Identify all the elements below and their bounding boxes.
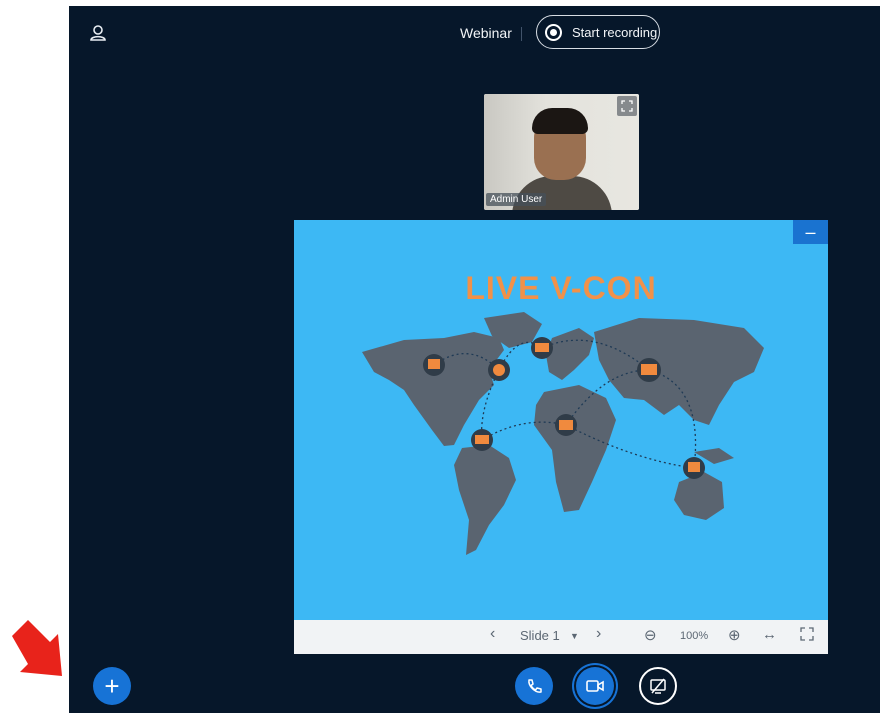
zoom-in-icon[interactable]: ⊕	[728, 626, 741, 644]
start-recording-label: Start recording	[572, 24, 658, 40]
zoom-out-icon[interactable]: ⊖	[644, 626, 657, 644]
record-icon	[545, 23, 562, 41]
phone-icon	[528, 679, 542, 693]
screen-share-off-icon	[650, 678, 666, 694]
next-slide-icon[interactable]: ›	[596, 625, 601, 643]
slide-selector[interactable]: Slide 1	[520, 628, 560, 643]
presentation-slide[interactable]: – LIVE V-CON	[294, 220, 828, 620]
conference-app: Webinar Start recording Admin User – LIV…	[69, 6, 880, 713]
video-button[interactable]	[576, 667, 614, 705]
webinar-label: Webinar	[460, 25, 512, 41]
screen-share-button[interactable]	[639, 667, 677, 705]
presentation-toolbar: ‹ Slide 1 ▼ › ⊖ 100% ⊕ ↔	[294, 620, 828, 654]
plus-icon: +	[104, 671, 120, 701]
video-camera-icon	[586, 680, 604, 692]
zoom-level: 100%	[680, 630, 709, 642]
world-map-graphic	[362, 312, 764, 555]
annotation-arrow-icon	[12, 620, 62, 676]
start-recording-button[interactable]: Start recording	[536, 15, 660, 49]
add-actions-button[interactable]: +	[93, 667, 131, 705]
chevron-down-icon[interactable]: ▼	[570, 631, 579, 641]
fullscreen-icon[interactable]	[799, 626, 815, 645]
fit-width-icon[interactable]: ↔	[762, 626, 777, 643]
expand-video-icon[interactable]	[617, 96, 637, 116]
previous-slide-icon[interactable]: ‹	[490, 625, 495, 643]
audio-button[interactable]	[515, 667, 553, 705]
webcam-video[interactable]: Admin User	[484, 94, 639, 210]
webcam-user-name: Admin User	[486, 193, 547, 206]
header-divider	[521, 27, 522, 41]
user-icon[interactable]	[89, 24, 107, 42]
